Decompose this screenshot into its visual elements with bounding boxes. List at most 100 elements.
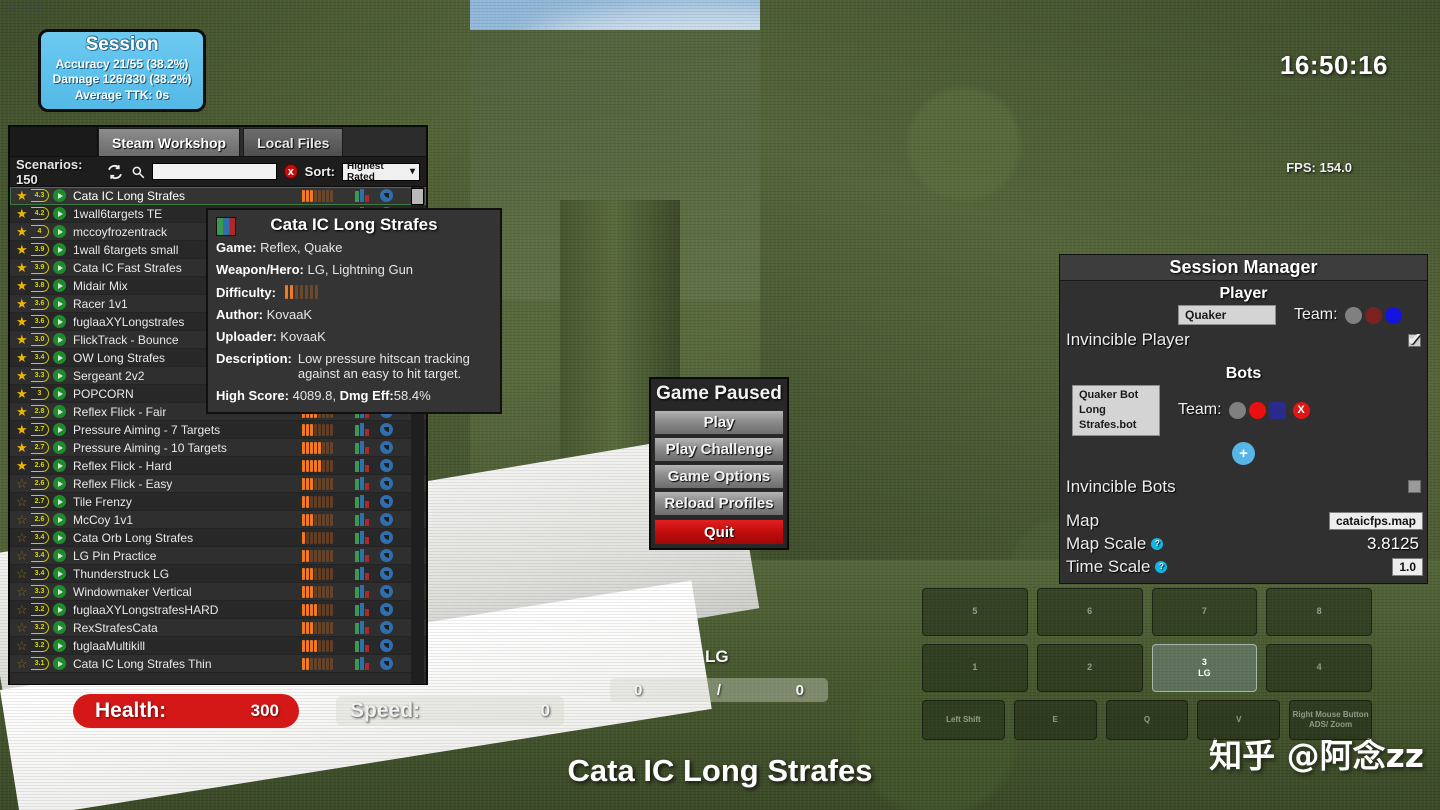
scenario-row[interactable]: ★4.3Cata IC Long Strafes — [10, 187, 426, 205]
leaderboard-icon[interactable] — [380, 477, 393, 490]
stats-chart-icon[interactable] — [355, 513, 369, 526]
game-options-button[interactable]: Game Options — [654, 464, 784, 489]
tab-steam-workshop[interactable]: Steam Workshop — [98, 128, 240, 156]
play-icon[interactable] — [53, 423, 66, 436]
stats-chart-icon[interactable] — [355, 495, 369, 508]
play-icon[interactable] — [53, 495, 66, 508]
leaderboard-icon[interactable] — [380, 513, 393, 526]
scenario-row[interactable]: ☆3.2fuglaaXYLongstrafesHARD — [10, 601, 426, 619]
leaderboard-icon[interactable] — [380, 459, 393, 472]
star-filled-icon[interactable]: ★ — [16, 387, 30, 400]
leaderboard-icon[interactable] — [380, 603, 393, 616]
star-filled-icon[interactable]: ★ — [16, 351, 30, 364]
star-filled-icon[interactable]: ★ — [16, 189, 30, 202]
star-outline-icon[interactable]: ☆ — [16, 621, 30, 634]
play-icon[interactable] — [53, 567, 66, 580]
star-outline-icon[interactable]: ☆ — [16, 549, 30, 562]
star-outline-icon[interactable]: ☆ — [16, 567, 30, 580]
weapon-slot[interactable]: 6 — [1037, 588, 1143, 636]
star-filled-icon[interactable]: ★ — [16, 441, 30, 454]
stats-chart-icon[interactable] — [355, 639, 369, 652]
team-dot-red[interactable] — [1365, 307, 1382, 324]
team-dot-blue[interactable] — [1385, 307, 1402, 324]
play-icon[interactable] — [53, 207, 66, 220]
play-icon[interactable] — [53, 369, 66, 382]
star-filled-icon[interactable]: ★ — [16, 369, 30, 382]
play-icon[interactable] — [53, 513, 66, 526]
weapon-slot[interactable]: 4 — [1266, 644, 1372, 692]
leaderboard-icon[interactable] — [380, 549, 393, 562]
weapon-slot[interactable]: 8 — [1266, 588, 1372, 636]
add-bot-button[interactable]: + — [1232, 442, 1255, 465]
scrollbar-thumb[interactable] — [411, 188, 424, 205]
play-icon[interactable] — [53, 441, 66, 454]
stats-chart-icon[interactable] — [355, 459, 369, 472]
weapon-slot[interactable]: 3LG — [1152, 644, 1258, 692]
weapon-slot[interactable]: Q — [1106, 700, 1189, 740]
clear-search-button[interactable]: x — [284, 164, 298, 179]
leaderboard-icon[interactable] — [380, 585, 393, 598]
player-name-field[interactable]: Quaker — [1178, 305, 1276, 325]
play-icon[interactable] — [53, 549, 66, 562]
invincible-player-checkbox[interactable]: ✔ — [1408, 334, 1421, 347]
help-icon[interactable]: ? — [1155, 561, 1167, 573]
star-filled-icon[interactable]: ★ — [16, 243, 30, 256]
stats-chart-icon[interactable] — [355, 189, 369, 202]
star-filled-icon[interactable]: ★ — [16, 279, 30, 292]
play-challenge-button[interactable]: Play Challenge — [654, 437, 784, 462]
play-icon[interactable] — [53, 639, 66, 652]
quit-button[interactable]: Quit — [654, 519, 784, 545]
stats-chart-icon[interactable] — [355, 585, 369, 598]
play-icon[interactable] — [53, 603, 66, 616]
star-filled-icon[interactable]: ★ — [16, 297, 30, 310]
weapon-slot[interactable]: 1 — [922, 644, 1028, 692]
weapon-slot[interactable]: Left Shift — [922, 700, 1005, 740]
play-icon[interactable] — [53, 333, 66, 346]
play-icon[interactable] — [53, 261, 66, 274]
leaderboard-icon[interactable] — [380, 189, 393, 202]
map-value[interactable]: cataicfps.map — [1329, 512, 1423, 530]
bot-team-dot-grey[interactable] — [1229, 402, 1246, 419]
invincible-bots-checkbox[interactable] — [1408, 480, 1421, 493]
play-icon[interactable] — [53, 315, 66, 328]
search-input[interactable] — [152, 163, 277, 180]
bot-name-field[interactable]: Quaker Bot Long Strafes.bot — [1072, 385, 1160, 436]
stats-chart-icon[interactable] — [355, 621, 369, 634]
play-button[interactable]: Play — [654, 410, 784, 435]
scenario-row[interactable]: ☆3.4Thunderstruck LG — [10, 565, 426, 583]
play-icon[interactable] — [53, 387, 66, 400]
star-outline-icon[interactable]: ☆ — [16, 657, 30, 670]
play-icon[interactable] — [53, 279, 66, 292]
stats-chart-icon[interactable] — [355, 567, 369, 580]
star-filled-icon[interactable]: ★ — [16, 405, 30, 418]
star-outline-icon[interactable]: ☆ — [16, 639, 30, 652]
scenario-row[interactable]: ☆3.2RexStrafesCata — [10, 619, 426, 637]
play-icon[interactable] — [53, 585, 66, 598]
star-filled-icon[interactable]: ★ — [16, 261, 30, 274]
scenario-row[interactable]: ☆2.7Tile Frenzy — [10, 493, 426, 511]
star-filled-icon[interactable]: ★ — [16, 207, 30, 220]
play-icon[interactable] — [53, 225, 66, 238]
help-icon[interactable]: ? — [1151, 538, 1163, 550]
scenario-row[interactable]: ☆3.3Windowmaker Vertical — [10, 583, 426, 601]
stats-chart-icon[interactable] — [355, 549, 369, 562]
team-dot-grey[interactable] — [1345, 307, 1362, 324]
scenario-row[interactable]: ★2.7Pressure Aiming - 7 Targets — [10, 421, 426, 439]
stats-chart-icon[interactable] — [355, 477, 369, 490]
star-filled-icon[interactable]: ★ — [16, 459, 30, 472]
stats-chart-icon[interactable] — [355, 441, 369, 454]
star-filled-icon[interactable]: ★ — [16, 333, 30, 346]
play-icon[interactable] — [53, 243, 66, 256]
play-icon[interactable] — [53, 477, 66, 490]
play-icon[interactable] — [53, 459, 66, 472]
stats-chart-icon[interactable] — [355, 603, 369, 616]
weapon-slot[interactable]: 7 — [1152, 588, 1258, 636]
bot-team-dot-red[interactable] — [1249, 402, 1266, 419]
scenario-row[interactable]: ★2.7Pressure Aiming - 10 Targets — [10, 439, 426, 457]
star-filled-icon[interactable]: ★ — [16, 225, 30, 238]
play-icon[interactable] — [53, 531, 66, 544]
stats-chart-icon[interactable] — [355, 423, 369, 436]
weapon-slot[interactable]: Right Mouse Button ADS/ Zoom — [1289, 700, 1372, 740]
scenario-row[interactable]: ☆3.4LG Pin Practice — [10, 547, 426, 565]
leaderboard-icon[interactable] — [380, 639, 393, 652]
